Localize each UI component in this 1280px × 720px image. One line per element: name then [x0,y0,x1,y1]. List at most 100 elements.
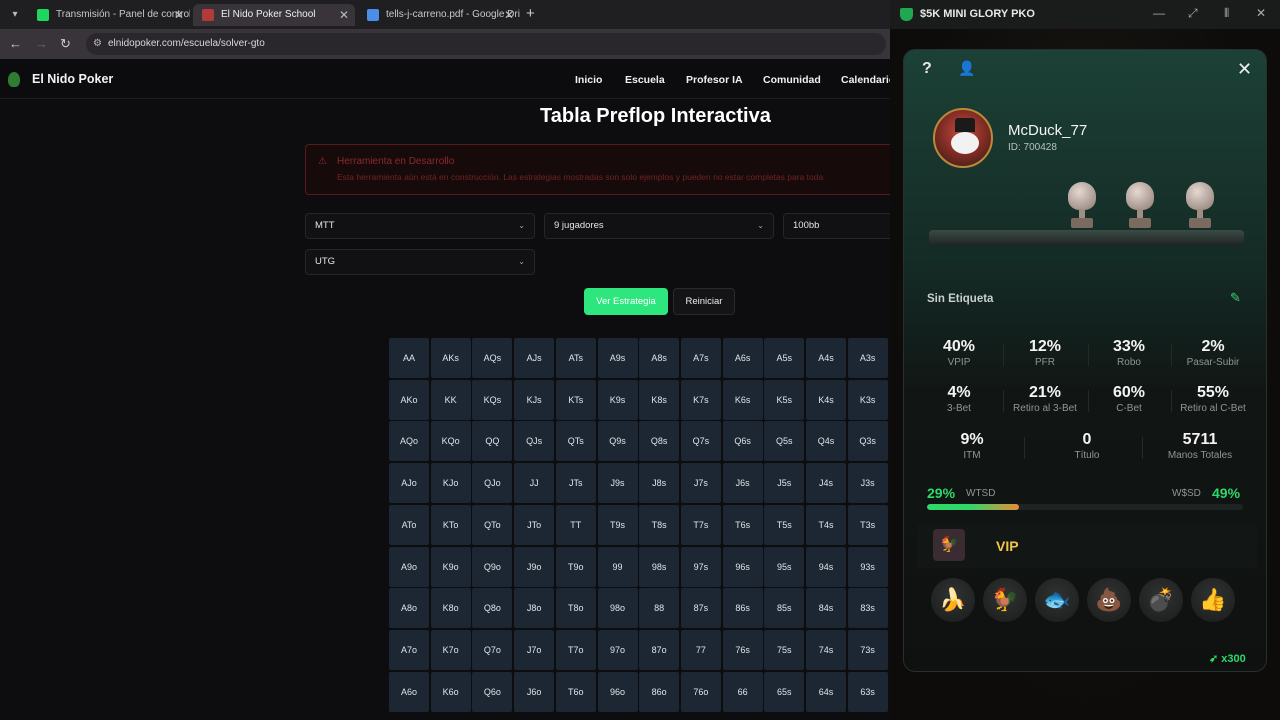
hand-cell[interactable]: T9s [597,504,638,545]
hand-cell[interactable]: T6o [555,671,596,712]
hand-cell[interactable]: 76o [680,671,721,712]
hand-cell[interactable]: AJs [514,338,555,378]
hand-cell[interactable]: JTo [514,504,555,545]
hand-cell[interactable]: K6s [722,379,763,420]
hand-cell[interactable]: 84s [806,588,846,629]
hand-cell[interactable]: 94s [806,546,846,587]
hand-cell[interactable]: 98s [639,546,680,587]
hand-cell[interactable]: T4s [806,504,846,545]
hand-cell[interactable]: K5s [764,379,805,420]
view-strategy-button[interactable]: Ver Estrategia [584,288,668,315]
fish-emote-icon[interactable]: 🐟 [1035,578,1079,622]
rooster-emote-icon[interactable]: 🐓 [983,578,1027,622]
thumbs-up-emote-icon[interactable]: 👍 [1191,578,1235,622]
hand-cell[interactable]: A9s [597,338,638,378]
hand-cell[interactable]: 93s [847,546,888,587]
hand-cell[interactable]: Q9s [597,421,638,462]
hand-cell[interactable]: JJ [514,463,555,504]
forward-arrow-icon[interactable]: → [35,36,48,51]
hand-cell[interactable]: 96o [597,671,638,712]
hand-cell[interactable]: Q7s [680,421,721,462]
hand-cell[interactable]: K9o [430,546,471,587]
hand-cell[interactable]: A7s [680,338,721,378]
hand-cell[interactable]: J6s [722,463,763,504]
hand-cell[interactable]: J5s [764,463,805,504]
hand-cell[interactable]: JTs [555,463,596,504]
poop-emote-icon[interactable]: 💩 [1087,578,1131,622]
hand-cell[interactable]: J7s [680,463,721,504]
hand-cell[interactable]: 74s [806,629,846,670]
hand-cell[interactable]: Q6o [472,671,513,712]
hand-cell[interactable]: 87o [639,629,680,670]
hand-cell[interactable]: K6o [430,671,471,712]
nav-inicio[interactable]: Inicio [575,74,602,86]
reload-icon[interactable]: ↻ [60,36,71,52]
hand-cell[interactable]: J8s [639,463,680,504]
hand-cell[interactable]: 95s [764,546,805,587]
hand-cell[interactable]: 65s [764,671,805,712]
hand-cell[interactable]: A8s [639,338,680,378]
hand-cell[interactable]: 85s [764,588,805,629]
hand-cell[interactable]: ATs [555,338,596,378]
hand-cell[interactable]: KQs [472,379,513,420]
hand-cell[interactable]: 87s [680,588,721,629]
hand-cell[interactable]: T8s [639,504,680,545]
hand-cell[interactable]: KTo [430,504,471,545]
hand-cell[interactable]: AJo [389,463,429,504]
hand-cell[interactable]: K7s [680,379,721,420]
site-brand[interactable]: El Nido Poker [32,72,113,86]
hand-cell[interactable]: K9s [597,379,638,420]
hand-cell[interactable]: Q5s [764,421,805,462]
hand-cell[interactable]: ATo [389,504,429,545]
hand-cell[interactable]: Q6s [722,421,763,462]
hand-cell[interactable]: T5s [764,504,805,545]
hand-cell[interactable]: J6o [514,671,555,712]
close-icon[interactable]: ✕ [174,4,184,26]
stack-select[interactable]: 100bb [783,213,890,239]
site-info-icon[interactable]: ⚙ [93,33,102,55]
help-icon[interactable]: ? [922,60,932,78]
hand-cell[interactable]: J8o [514,588,555,629]
hand-cell[interactable]: Q8o [472,588,513,629]
close-window-icon[interactable]: ✕ [1256,6,1266,20]
hand-cell[interactable]: A6o [389,671,429,712]
hand-cell[interactable]: 77 [680,629,721,670]
hand-cell[interactable]: T7o [555,629,596,670]
hand-cell[interactable]: 86s [722,588,763,629]
hand-cell[interactable]: J7o [514,629,555,670]
hand-cell[interactable]: A7o [389,629,429,670]
hand-cell[interactable]: 88 [639,588,680,629]
hand-cell[interactable]: T7s [680,504,721,545]
hand-cell[interactable]: QJo [472,463,513,504]
hand-cell[interactable]: K4s [806,379,846,420]
hand-cell[interactable]: 97s [680,546,721,587]
hand-cell[interactable]: Q3s [847,421,888,462]
user-settings-icon[interactable]: 👤 [958,60,975,77]
tab-search-menu[interactable]: ▾ [6,6,24,24]
hand-cell[interactable]: KJo [430,463,471,504]
pencil-edit-icon[interactable]: ✎ [1230,290,1241,306]
hand-cell[interactable]: A5s [764,338,805,378]
hand-cell[interactable]: AKs [430,338,471,378]
reset-button[interactable]: Reiniciar [673,288,735,315]
url-field[interactable]: ⚙ elnidopoker.com/escuela/solver-gto [86,33,886,55]
hand-cell[interactable]: 63s [847,671,888,712]
players-select[interactable]: 9 jugadores ⌄ [544,213,774,239]
bird-logo-icon[interactable] [8,72,20,87]
hand-cell[interactable]: K8s [639,379,680,420]
hand-cell[interactable]: Q8s [639,421,680,462]
hand-cell[interactable]: Q4s [806,421,846,462]
hand-cell[interactable]: A4s [806,338,846,378]
hand-cell[interactable]: Q9o [472,546,513,587]
hand-cell[interactable]: A6s [722,338,763,378]
nav-calendario[interactable]: Calendario [841,74,890,86]
hand-cell[interactable]: J4s [806,463,846,504]
hand-cell[interactable]: AA [389,338,429,378]
hand-cell[interactable]: KQo [430,421,471,462]
hand-cell[interactable]: QJs [514,421,555,462]
hand-cell[interactable]: T9o [555,546,596,587]
hand-cell[interactable]: Q7o [472,629,513,670]
hand-cell[interactable]: 64s [806,671,846,712]
hand-cell[interactable]: QQ [472,421,513,462]
hand-cell[interactable]: K8o [430,588,471,629]
